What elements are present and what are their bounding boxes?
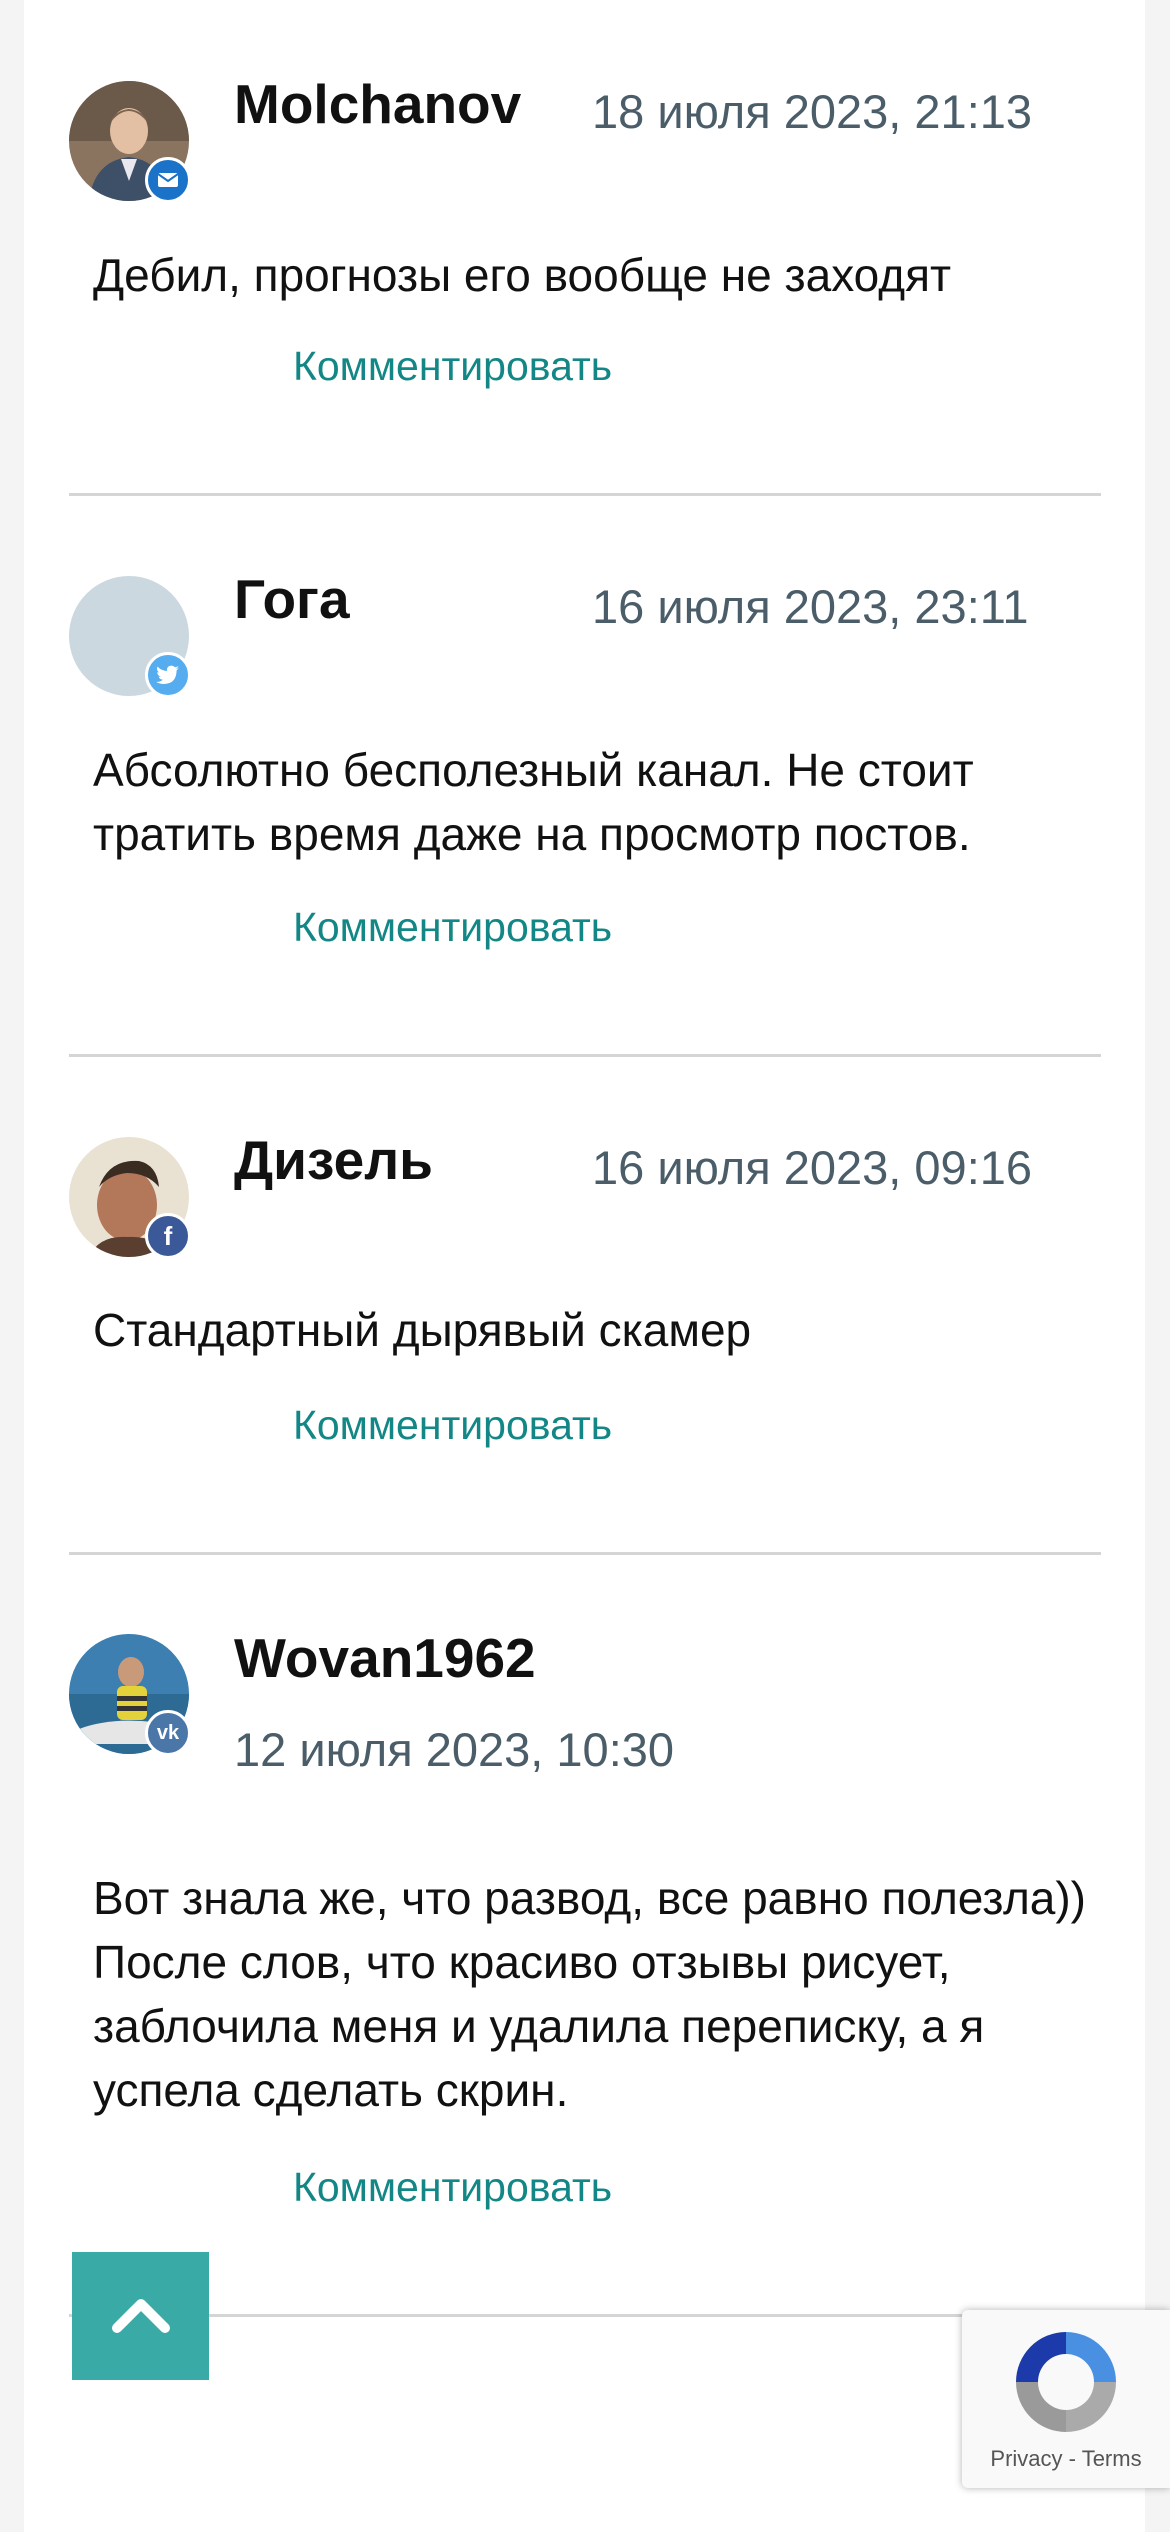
avatar[interactable] [69,81,191,203]
comment-author[interactable]: Гога [234,567,350,631]
comment-date: 16 июля 2023, 09:16 [592,1141,1033,1194]
recaptcha-badge[interactable]: Privacy - Terms [962,2310,1170,2488]
divider [69,2314,1101,2317]
comment-date: 12 июля 2023, 10:30 [234,1723,675,1776]
comment-text: Абсолютно бесполезный канал. Не стоит тр… [93,744,974,860]
recaptcha-links: Privacy - Terms [962,2446,1170,2472]
vk-icon: vk [145,1710,191,1756]
divider [69,493,1101,496]
privacy-link[interactable]: Privacy [990,2446,1062,2471]
reply-link[interactable]: Комментировать [293,904,612,951]
twitter-icon [145,652,191,698]
comment-author[interactable]: Molchanov [234,72,521,136]
reply-link[interactable]: Комментировать [293,2164,612,2211]
email-icon [145,157,191,203]
divider [69,1054,1101,1057]
comment-text: Стандартный дырявый скамер [93,1304,752,1356]
comment-author[interactable]: Wovan1962 [234,1626,536,1690]
terms-link[interactable]: Terms [1082,2446,1142,2471]
comment-text: Дебил, прогнозы его вообще не заходят [93,249,952,301]
comment-text: Вот знала же, что развод, все равно поле… [93,1872,1086,2116]
chevron-up-icon [109,2294,173,2339]
divider [69,1552,1101,1555]
reply-link[interactable]: Комментировать [293,1402,612,1449]
reply-link[interactable]: Комментировать [293,343,612,390]
recaptcha-icon [1008,2324,1124,2445]
avatar[interactable]: f [69,1137,191,1259]
comments-page: Molchanov 18 июля 2023, 21:13 Дебил, про… [24,0,1145,2532]
scroll-to-top-button[interactable] [72,2252,209,2380]
separator: - [1062,2446,1082,2471]
avatar[interactable] [69,576,191,698]
facebook-icon: f [145,1213,191,1259]
comment-date: 16 июля 2023, 23:11 [592,580,1029,633]
avatar[interactable]: vk [69,1634,191,1756]
comment-date: 18 июля 2023, 21:13 [592,85,1033,138]
comment-author[interactable]: Дизель [234,1128,433,1192]
